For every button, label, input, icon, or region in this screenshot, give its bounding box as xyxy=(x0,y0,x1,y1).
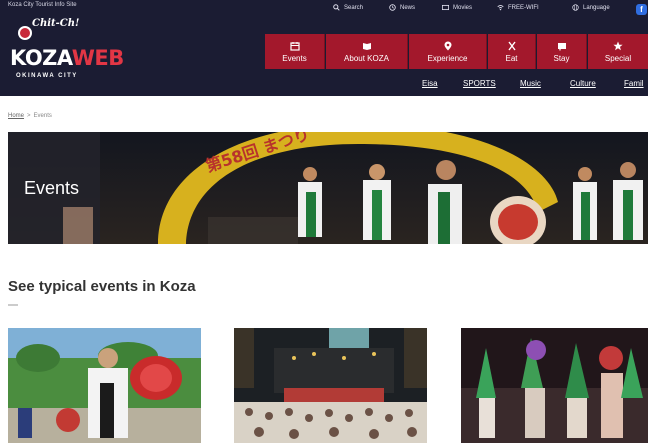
language-label: Language xyxy=(583,4,610,11)
site-tagline: Koza City Tourist Info Site xyxy=(8,2,77,8)
nav-experience[interactable]: Experience xyxy=(409,34,487,69)
subnav-sports[interactable]: SPORTS xyxy=(463,79,496,88)
nav-events[interactable]: Events xyxy=(265,34,325,69)
bed-icon xyxy=(557,42,566,50)
breadcrumb-separator: > xyxy=(27,113,31,119)
utility-wifi-label: FREE-WIFI xyxy=(508,4,539,11)
movie-icon xyxy=(442,4,449,11)
subnav-family[interactable]: Famil xyxy=(624,79,644,88)
search-icon xyxy=(333,4,340,11)
book-icon xyxy=(362,42,371,50)
language-selector[interactable]: Language xyxy=(572,4,610,11)
street-concert-photo xyxy=(234,328,427,443)
nav-stay[interactable]: Stay xyxy=(537,34,587,69)
subnav-eisa[interactable]: Eisa xyxy=(422,79,438,88)
carnival-dancers-photo xyxy=(461,328,648,443)
event-card-3[interactable] xyxy=(461,328,648,443)
subnav-music[interactable]: Music xyxy=(520,79,541,88)
logo-wordmark-koza: KOZA xyxy=(10,46,72,70)
nav-special-label: Special xyxy=(604,53,632,63)
hero-banner: 第58回 まつり Events xyxy=(8,132,648,244)
section-title: See typical events in Koza xyxy=(8,278,196,295)
logo-subtitle: OKINAWA CITY xyxy=(16,73,78,79)
facebook-icon[interactable]: f xyxy=(636,4,647,15)
subnav-culture[interactable]: Culture xyxy=(570,79,596,88)
nav-experience-label: Experience xyxy=(427,53,468,63)
free-wifi-icon xyxy=(497,4,504,11)
nav-stay-label: Stay xyxy=(553,53,570,63)
utility-movies[interactable]: Movies xyxy=(442,4,472,11)
breadcrumb: Home > Events xyxy=(8,113,52,119)
nav-special[interactable]: Special xyxy=(588,34,648,69)
utility-search-label: Search xyxy=(344,4,364,11)
calendar-icon xyxy=(289,41,300,51)
nav-eat[interactable]: Eat xyxy=(488,34,536,69)
logo-wordmark: KOZAWEB xyxy=(10,46,124,70)
site-header: Koza City Tourist Info Site Chit-Ch! KOZ… xyxy=(0,0,648,96)
hero-title: Events xyxy=(24,178,80,198)
logo-wordmark-web: WEB xyxy=(71,46,125,70)
kozaweb-logo[interactable]: Chit-Ch! KOZAWEB OKINAWA CITY xyxy=(8,16,124,86)
event-card-1[interactable] xyxy=(8,328,201,443)
eisa-festival-photo: 第58回 まつり xyxy=(8,132,648,244)
utensils-icon xyxy=(507,41,516,50)
logo-badge: Chit-Ch! xyxy=(32,18,80,29)
section-divider xyxy=(8,304,18,306)
utility-news[interactable]: News xyxy=(389,4,415,11)
breadcrumb-home[interactable]: Home xyxy=(8,113,24,119)
globe-icon xyxy=(572,4,579,11)
event-card-2[interactable] xyxy=(234,328,427,443)
utility-search[interactable]: Search xyxy=(333,4,363,11)
nav-about-koza-label: About KOZA xyxy=(344,53,389,63)
news-icon xyxy=(389,4,396,11)
nav-about-koza[interactable]: About KOZA xyxy=(326,34,408,69)
utility-movies-label: Movies xyxy=(453,4,473,11)
eisa-drummer-photo xyxy=(8,328,201,443)
nav-eat-label: Eat xyxy=(505,53,518,63)
utility-news-label: News xyxy=(400,4,416,11)
pin-icon xyxy=(444,41,451,50)
breadcrumb-current: Events xyxy=(33,113,52,119)
logo-mascot-icon xyxy=(18,26,32,40)
nav-events-label: Events xyxy=(282,53,307,63)
utility-wifi[interactable]: FREE-WIFI xyxy=(497,4,539,11)
star-icon xyxy=(613,41,623,50)
